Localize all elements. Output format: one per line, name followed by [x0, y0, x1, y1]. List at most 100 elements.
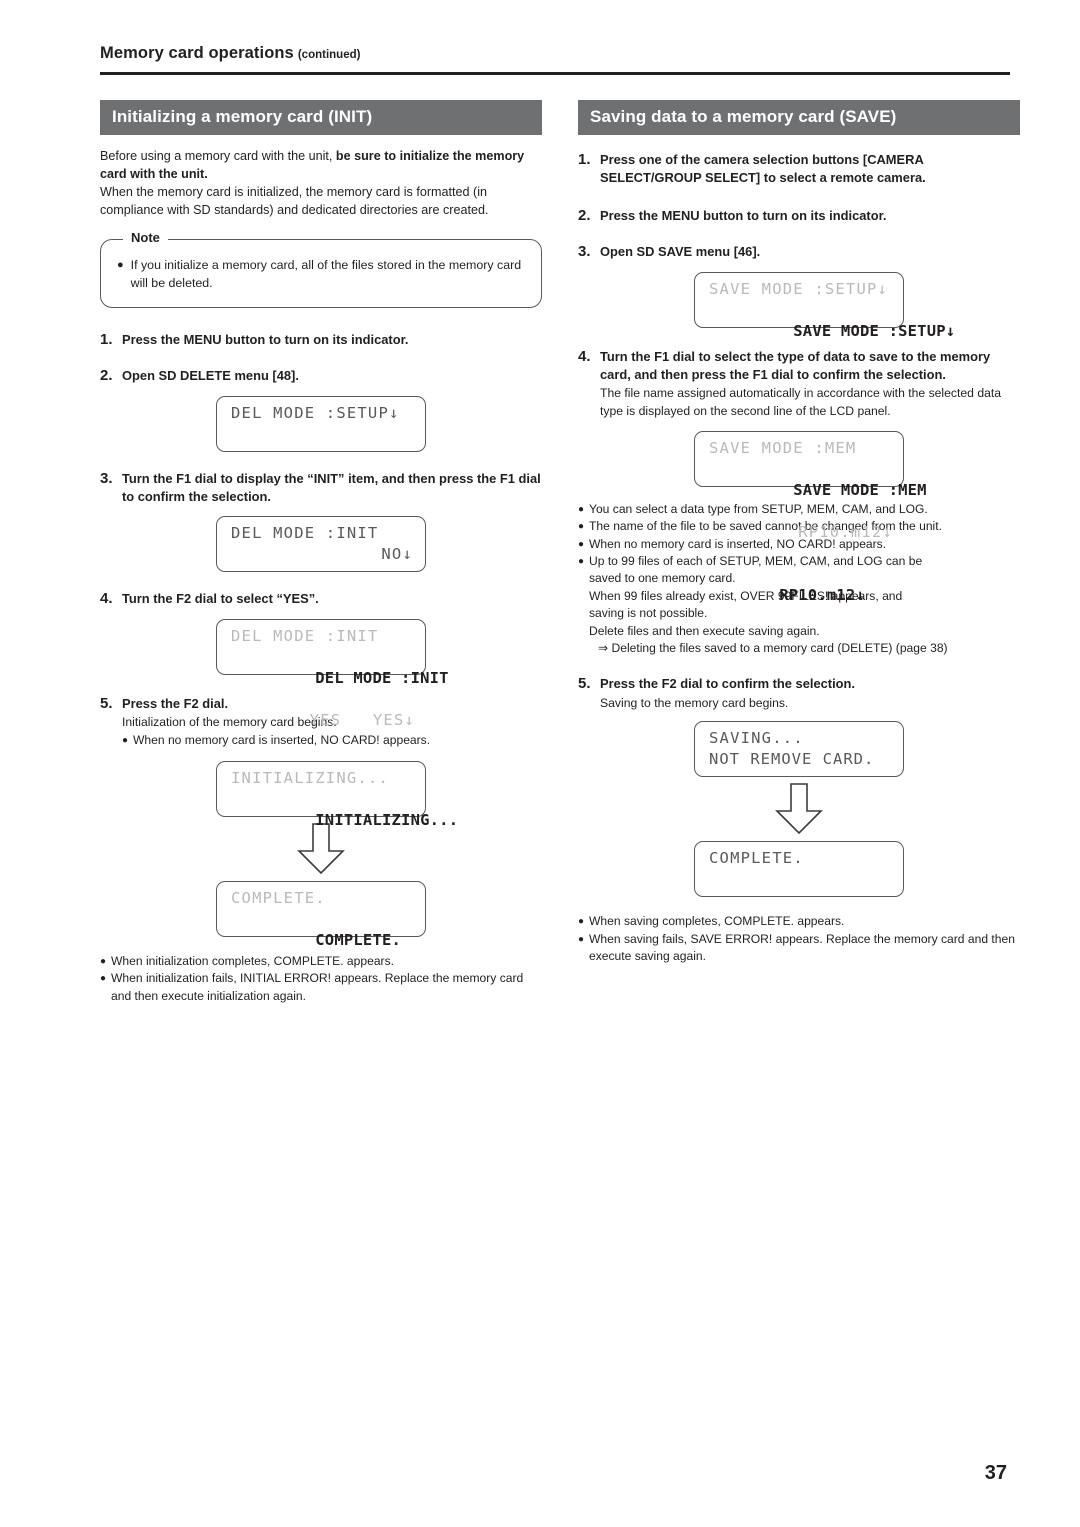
section-title-save: Saving data to a memory card (SAVE)	[578, 100, 1020, 135]
lcd-ink-layer: SAVE MODE :SETUP↓	[793, 321, 956, 340]
section-title-init: Initializing a memory card (INIT)	[100, 100, 542, 135]
step-2: 2. Press the MENU button to turn on its …	[578, 207, 1020, 225]
lcd-panel-del-mode-setup: DEL MODE :SETUP↓	[216, 395, 426, 452]
lcd-ink-layer: DEL MODE :INIT	[315, 668, 449, 687]
step-number: 1.	[578, 150, 591, 168]
step-number: 2.	[578, 207, 591, 225]
down-arrow-icon	[775, 783, 823, 835]
intro-paragraph: Before using a memory card with the unit…	[100, 147, 542, 220]
step-title: Turn the F2 dial to select “YES”.	[122, 591, 319, 607]
step-number: 4.	[100, 590, 113, 608]
step-3: 3. Turn the F1 dial to display the “INIT…	[100, 470, 542, 507]
lcd-ink-layer: INITIALIZING...	[315, 810, 459, 829]
note-box: Note ● If you initialize a memory card, …	[100, 230, 542, 309]
bullet-icon: ●	[578, 521, 585, 533]
note-text: If you initialize a memory card, all of …	[130, 258, 522, 291]
running-head-continued: (continued)	[297, 49, 361, 61]
running-head-title: Memory card operations	[100, 44, 294, 62]
lcd-line-2: NO↓	[381, 545, 413, 564]
bullet-text: When saving completes, COMPLETE. appears…	[589, 914, 845, 929]
step-subtext: The file name assigned automatically in …	[600, 386, 1002, 419]
lcd-ghost-layer: RP10.m12↓	[798, 522, 893, 541]
lcd-holder: SAVE MODE :MEM SAVE MODE :MEM RP10.m12↓ …	[578, 430, 1020, 604]
right-column: Saving data to a memory card (SAVE) 1. P…	[578, 100, 1020, 966]
lcd-line-1: INITIALIZING... INITIALIZING...	[231, 768, 458, 852]
lcd-line-2: NOT REMOVE CARD.	[709, 750, 875, 769]
running-head: Memory card operations (continued)	[100, 44, 1010, 63]
note-item: ● If you initialize a memory card, all o…	[117, 257, 525, 293]
page-number: 37	[984, 1462, 1007, 1484]
step-title: Press the F2 dial to confirm the selecti…	[600, 676, 856, 692]
step-title: Press the MENU button to turn on its ind…	[122, 332, 409, 348]
lcd-panel-complete: COMPLETE.	[694, 841, 904, 898]
bullet-text: When initialization fails, INITIAL ERROR…	[111, 971, 524, 1003]
note-box-wrapper: Note ● If you initialize a memory card, …	[100, 230, 542, 309]
lcd-holder: DEL MODE :INIT DEL MODE :INIT YES YES↓ Y…	[100, 618, 542, 792]
bullet-icon: ●	[578, 916, 585, 928]
bullet-icon: ●	[117, 259, 124, 272]
lcd-holder: DEL MODE :SETUP↓	[100, 395, 542, 452]
bullet-icon: ●	[578, 538, 585, 550]
step-5: 5. Press the F2 dial to confirm the sele…	[578, 675, 1020, 712]
step-4: 4. Turn the F2 dial to select “YES”.	[100, 590, 542, 608]
lcd-line-1: COMPLETE. COMPLETE.	[231, 888, 415, 972]
lcd-panel-initializing: INITIALIZING... INITIALIZING...	[216, 760, 458, 829]
lcd-ink-layer: COMPLETE.	[315, 930, 402, 949]
bullet-icon: ●	[578, 556, 585, 568]
step-1: 1. Press one of the camera selection but…	[578, 151, 1020, 188]
intro-line2: When the memory card is initialized, the…	[100, 184, 489, 217]
lcd-panel-complete: COMPLETE. COMPLETE.	[216, 880, 426, 949]
lcd-line-1: SAVING...	[709, 729, 804, 748]
lcd-ghost-layer: SAVE MODE :MEM	[709, 438, 857, 457]
step-title: Open SD DELETE menu [48].	[122, 368, 299, 384]
lcd-panel-save-mode-mem: SAVE MODE :MEM SAVE MODE :MEM RP10.m12↓ …	[694, 430, 927, 604]
step-3: 3. Open SD SAVE menu [46].	[578, 243, 1020, 261]
step-title: Turn the F1 dial to display the “INIT” i…	[122, 470, 541, 504]
lcd-holder: SAVING... NOT REMOVE CARD.	[578, 721, 1020, 778]
lcd-line-1: DEL MODE :INIT	[231, 524, 379, 543]
step-title: Open SD SAVE menu [46].	[600, 244, 761, 260]
lcd-holder: DEL MODE :INIT NO↓	[100, 516, 542, 573]
lcd-ghost-layer: COMPLETE.	[231, 888, 326, 907]
step-number: 5.	[578, 675, 591, 693]
lcd-ghost-layer: YES YES↓	[309, 710, 415, 729]
step-1: 1. Press the MENU button to turn on its …	[100, 331, 542, 349]
bullet-icon: ●	[578, 933, 585, 945]
lcd-panel-del-mode-init-yes: DEL MODE :INIT DEL MODE :INIT YES YES↓ Y…	[216, 618, 449, 792]
note-label: Note	[123, 230, 168, 246]
lcd-ink-layer: RP10.m12↓	[779, 585, 865, 604]
lcd-ghost-layer: SAVE MODE :SETUP↓	[709, 279, 889, 298]
lcd-ghost-layer: DEL MODE :INIT	[231, 626, 379, 645]
bullet-item: ● When initialization fails, INITIAL ERR…	[100, 970, 542, 1005]
step-number: 3.	[578, 243, 591, 261]
lcd-line-1: SAVE MODE :SETUP↓ SAVE MODE :SETUP↓	[709, 279, 955, 363]
bullet-item: ● When saving completes, COMPLETE. appea…	[578, 913, 1020, 930]
step-number: 1.	[100, 331, 113, 349]
step-2: 2. Open SD DELETE menu [48].	[100, 367, 542, 385]
bullet-item: ● When saving fails, SAVE ERROR! appears…	[578, 931, 1020, 966]
arrow-holder	[578, 783, 1020, 835]
lcd-panel-save-mode-setup: SAVE MODE :SETUP↓ SAVE MODE :SETUP↓	[694, 271, 955, 340]
lcd-line-1: DEL MODE :INIT DEL MODE :INIT	[231, 626, 449, 710]
lcd-line-1: COMPLETE.	[709, 849, 804, 868]
bullet-icon: ●	[578, 503, 585, 515]
left-column: Initializing a memory card (INIT) Before…	[100, 100, 542, 1005]
lcd-panel-del-mode-init: DEL MODE :INIT NO↓	[216, 516, 426, 573]
bullet-text: When saving fails, SAVE ERROR! appears. …	[589, 931, 1015, 964]
lcd-line-1: SAVE MODE :MEM SAVE MODE :MEM	[709, 438, 927, 522]
step-number: 4.	[578, 347, 591, 365]
step-title: Press one of the camera selection button…	[600, 151, 926, 185]
lcd-line-2: RP10.m12↓ RP10.m12↓	[709, 522, 893, 648]
bullet-icon: ●	[122, 734, 129, 746]
lcd-ink-layer: SAVE MODE :MEM	[793, 480, 927, 499]
lcd-ghost-layer: INITIALIZING...	[231, 768, 389, 787]
header-rule	[100, 72, 1010, 75]
lcd-panel-saving: SAVING... NOT REMOVE CARD.	[694, 721, 904, 778]
lcd-holder: COMPLETE.	[578, 841, 1020, 898]
step-number: 2.	[100, 367, 113, 385]
lcd-holder: SAVE MODE :SETUP↓ SAVE MODE :SETUP↓	[578, 271, 1020, 340]
intro-line1-normal: Before using a memory card with the unit…	[100, 148, 336, 163]
closing-bullets-right: ● When saving completes, COMPLETE. appea…	[578, 913, 1020, 965]
step-subtext: Saving to the memory card begins.	[600, 695, 789, 710]
bullet-icon: ●	[100, 973, 107, 985]
